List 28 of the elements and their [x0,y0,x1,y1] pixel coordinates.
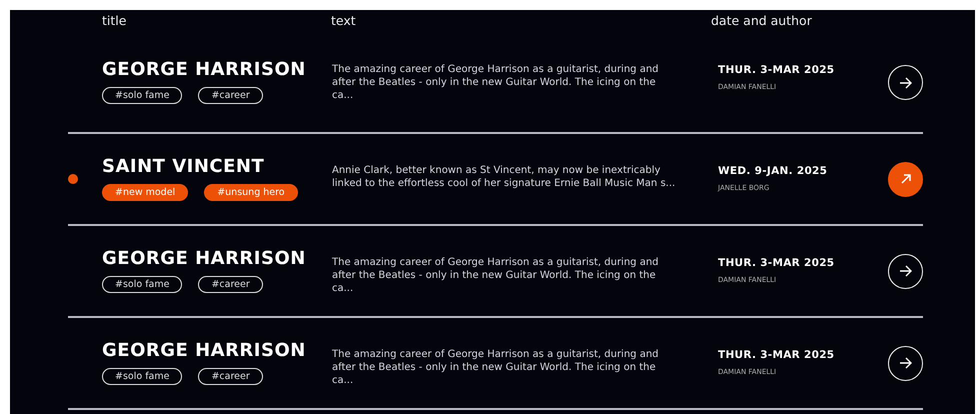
arrow-right-icon [899,357,912,369]
article-title: GEORGE HARRISON [102,342,307,360]
column-header: date and author [711,12,812,30]
article-excerpt: The amazing career of George Harrison as a guitarist, during and after the Beatles - only in the new Guitar World. The icing on the ca... [332,256,660,295]
tag[interactable]: #solo fame [102,87,182,104]
tag[interactable]: #new model [102,184,188,200]
article-excerpt: Annie Clark, better known as St Vincent, may now be inextricably linked to the effortless cool of her signature Ernie Ball Music Man s... [332,164,676,190]
article-date: THUR. 3-MAR 2025 [718,63,836,78]
column-header: title [102,12,128,30]
article-excerpt: The amazing career of George Harrison as a guitarist, during and after the Beatles - only in the new Guitar World. The icing on the ca... [332,63,660,102]
arrow-diagonal-icon [900,173,912,185]
column-header: text [331,12,357,30]
article-date: WED. 9-JAN. 2025 [718,164,828,179]
article-excerpt: The amazing career of George Harrison as a guitarist, during and after the Beatles - only in the new Guitar World. The icing on the ca... [332,348,660,387]
tag[interactable]: #career [198,368,263,384]
article-date: THUR. 3-MAR 2025 [718,256,836,271]
arrow-right-icon [899,76,912,88]
article-title: GEORGE HARRISON [102,61,307,79]
tag[interactable]: #unsung hero [204,184,298,200]
article-date: THUR. 3-MAR 2025 [718,348,836,363]
tag[interactable]: #career [198,276,263,292]
tag[interactable]: #solo fame [102,368,182,384]
article-title: GEORGE HARRISON [102,250,307,268]
open-button[interactable] [888,162,923,196]
arrow-right-icon [899,265,912,277]
article-title: SAINT VINCENT [102,158,266,176]
tag[interactable]: #career [198,87,263,104]
tag[interactable]: #solo fame [102,276,182,292]
